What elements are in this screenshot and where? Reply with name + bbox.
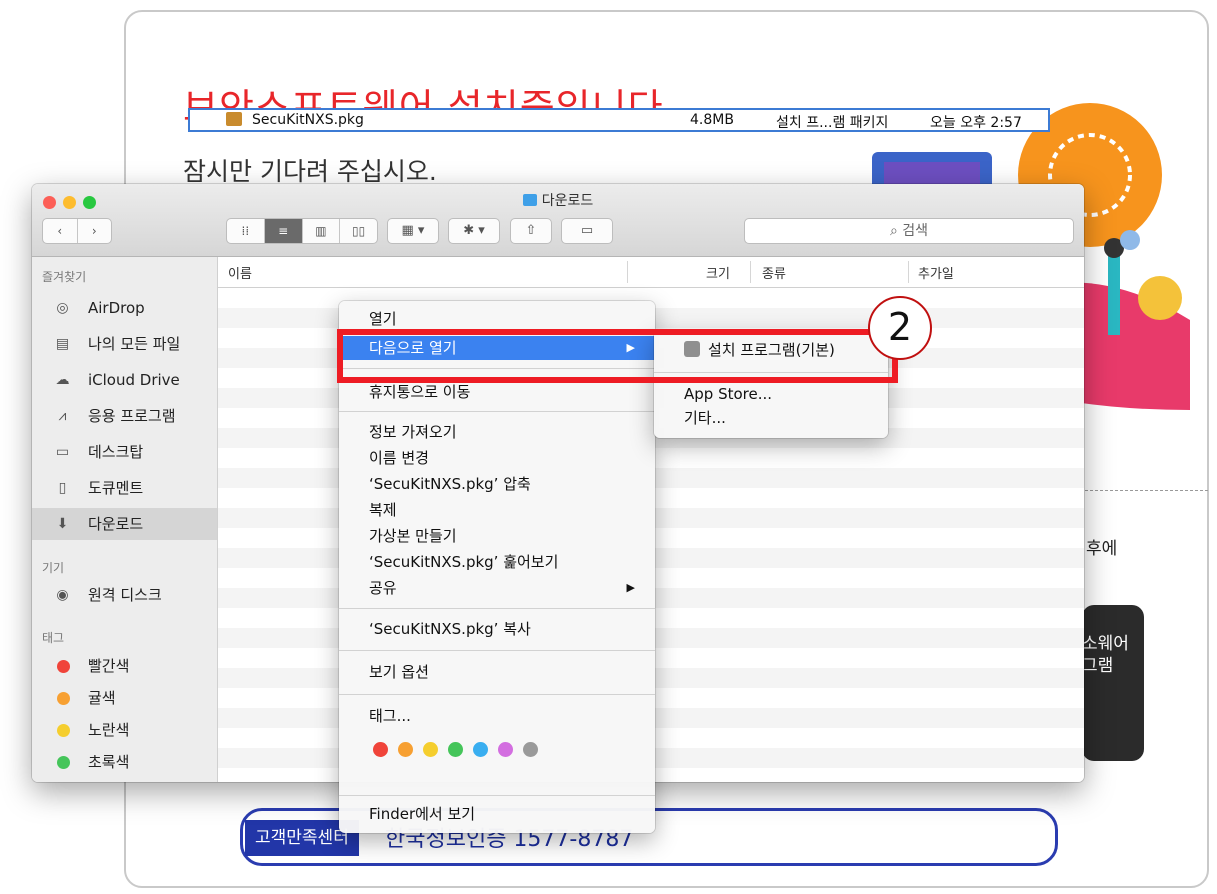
sidebar-tag-green[interactable]: 초록색 xyxy=(32,746,217,778)
column-view-icon[interactable]: ▥ xyxy=(303,219,341,243)
submenu-arrow-icon: ▶ xyxy=(626,581,635,594)
file-size: 4.8MB xyxy=(690,112,734,128)
menu-separator xyxy=(339,608,655,609)
file-list-header: 이름 크기 종류 추가일 xyxy=(218,257,1084,288)
submenu-item-app-store[interactable]: App Store... xyxy=(654,382,888,406)
view-mode-control[interactable]: ⁞⁞ ≡ ▥ ▯▯ xyxy=(226,218,378,244)
column-separator[interactable] xyxy=(627,261,628,283)
search-icon: ⌕ xyxy=(889,223,903,239)
forward-button[interactable]: › xyxy=(78,219,112,243)
package-icon xyxy=(226,112,242,126)
column-header-kind[interactable]: 종류 xyxy=(762,263,786,282)
airdrop-icon: ◎ xyxy=(56,300,69,316)
menu-item-view-options[interactable]: 보기 옵션 xyxy=(339,660,655,684)
sidebar-header-devices: 기기 xyxy=(42,561,65,575)
menu-item-make-alias[interactable]: 가상본 만들기 xyxy=(339,524,655,548)
menu-separator xyxy=(339,795,655,796)
finder-sidebar: 즐겨찾기 ◎ AirDrop ▤ 나의 모든 파일 ☁ iCloud Drive ⩘ 응… xyxy=(32,257,218,782)
menu-separator xyxy=(339,694,655,695)
tag-color-red[interactable] xyxy=(373,742,388,757)
disc-icon: ◉ xyxy=(56,587,69,603)
page-text-fragment: 후에 xyxy=(1086,539,1118,559)
finder-titlebar: 다운로드 ‹ › ⁞⁞ ≡ ▥ ▯▯ ▦ ▾ ✱ ▾ ⇧ ▭ ⌕ 검색 xyxy=(32,184,1084,257)
sidebar-tag-yellow[interactable]: 노란색 xyxy=(32,714,217,746)
menu-item-copy[interactable]: ‘SecuKitNXS.pkg’ 복사 xyxy=(339,617,655,641)
menu-item-duplicate[interactable]: 복제 xyxy=(339,498,655,522)
tag-button[interactable]: ▭ xyxy=(561,218,613,244)
sidebar-item-applications[interactable]: ⩘ 응용 프로그램 xyxy=(32,400,217,432)
software-card-text: 소웨어 그램 xyxy=(1082,634,1129,676)
orange-tag-dot xyxy=(57,692,70,705)
yellow-tag-dot xyxy=(57,724,70,737)
sidebar-header-tags: 태그 xyxy=(42,631,65,645)
menu-item-compress[interactable]: ‘SecuKitNXS.pkg’ 압축 xyxy=(339,472,655,496)
documents-icon: ▯ xyxy=(58,480,67,496)
sidebar-item-documents[interactable]: ▯ 도큐멘트 xyxy=(32,472,217,504)
green-tag-dot xyxy=(57,756,70,769)
menu-item-quick-look[interactable]: ‘SecuKitNXS.pkg’ 훑어보기 xyxy=(339,550,655,574)
window-title: 다운로드 xyxy=(32,190,1084,210)
menu-item-show-in-finder[interactable]: Finder에서 보기 xyxy=(339,802,655,826)
file-kind: 설치 프...램 패키지 xyxy=(776,115,889,131)
column-separator[interactable] xyxy=(908,261,909,283)
desktop-icon: ▭ xyxy=(55,444,70,460)
file-name: SecuKitNXS.pkg xyxy=(252,112,364,128)
sidebar-header-favorites: 즐겨찾기 xyxy=(42,270,87,284)
icon-view-icon[interactable]: ⁞⁞ xyxy=(227,219,265,243)
red-tag-dot xyxy=(57,660,70,673)
divider-line xyxy=(1085,490,1208,491)
tag-color-green[interactable] xyxy=(448,742,463,757)
highlight-box xyxy=(337,329,898,383)
software-card[interactable] xyxy=(1082,605,1144,761)
applications-icon: ⩘ xyxy=(58,408,67,424)
menu-item-move-to-trash[interactable]: 휴지통으로 이동 xyxy=(339,380,655,404)
menu-item-tags[interactable]: 태그... xyxy=(339,704,655,728)
page-subtitle: 잠시만 기다려 주십시오. xyxy=(183,157,437,186)
sidebar-item-desktop[interactable]: ▭ 데스크탑 xyxy=(32,436,217,468)
column-header-name[interactable]: 이름 xyxy=(228,263,252,282)
folder-icon xyxy=(522,194,537,206)
action-gear-button[interactable]: ✱ ▾ xyxy=(448,218,500,244)
tag-color-yellow[interactable] xyxy=(423,742,438,757)
step-number-badge: 2 xyxy=(868,296,932,360)
back-forward-control[interactable]: ‹ › xyxy=(42,218,112,244)
tag-color-gray[interactable] xyxy=(523,742,538,757)
list-view-icon[interactable]: ≡ xyxy=(264,219,303,243)
cloud-icon: ☁ xyxy=(55,372,70,388)
column-separator[interactable] xyxy=(750,261,751,283)
column-header-size[interactable]: 크기 xyxy=(706,263,730,282)
menu-item-open[interactable]: 열기 xyxy=(339,307,655,331)
menu-item-get-info[interactable]: 정보 가져오기 xyxy=(339,420,655,444)
share-button[interactable]: ⇧ xyxy=(510,218,552,244)
all-files-icon: ▤ xyxy=(55,336,70,352)
table-row-selected[interactable]: SecuKitNXS.pkg 4.8MB 설치 프...램 패키지 오늘 오후 … xyxy=(188,108,1050,132)
tag-color-purple[interactable] xyxy=(498,742,513,757)
sidebar-tag-red[interactable]: 빨간색 xyxy=(32,650,217,682)
sidebar-item-remote-disc[interactable]: ◉ 원격 디스크 xyxy=(32,579,217,611)
sidebar-tag-orange[interactable]: 귤색 xyxy=(32,682,217,714)
search-input[interactable]: ⌕ 검색 xyxy=(744,218,1074,244)
menu-separator xyxy=(339,411,655,412)
column-header-date-added[interactable]: 추가일 xyxy=(918,263,954,282)
tag-color-blue[interactable] xyxy=(473,742,488,757)
downloads-icon: ⬇ xyxy=(56,516,69,532)
sidebar-item-airdrop[interactable]: ◎ AirDrop xyxy=(32,292,217,324)
submenu-item-other[interactable]: 기타... xyxy=(654,406,888,430)
menu-item-rename[interactable]: 이름 변경 xyxy=(339,446,655,470)
sidebar-item-all-files[interactable]: ▤ 나의 모든 파일 xyxy=(32,328,217,360)
sidebar-item-icloud-drive[interactable]: ☁ iCloud Drive xyxy=(32,364,217,396)
tag-color-orange[interactable] xyxy=(398,742,413,757)
arrange-button[interactable]: ▦ ▾ xyxy=(387,218,439,244)
coverflow-view-icon[interactable]: ▯▯ xyxy=(340,219,377,243)
sidebar-item-downloads[interactable]: ⬇ 다운로드 xyxy=(32,508,217,540)
back-button[interactable]: ‹ xyxy=(43,219,78,243)
menu-item-share[interactable]: 공유 ▶ xyxy=(339,576,655,600)
menu-separator xyxy=(339,650,655,651)
file-date-added: 오늘 오후 2:57 xyxy=(930,115,1022,131)
